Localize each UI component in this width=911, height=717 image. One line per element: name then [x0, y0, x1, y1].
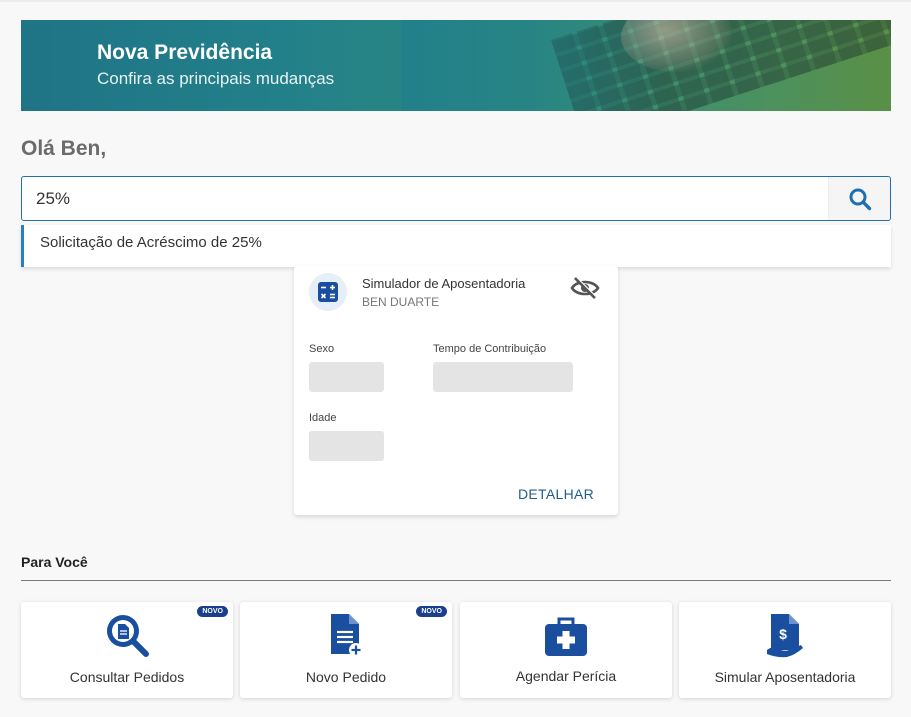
tile-agendar-pericia[interactable]: Agendar Perícia: [460, 602, 672, 698]
tile-novo-pedido[interactable]: NOVO Novo Pedido: [240, 602, 452, 698]
detalhar-button[interactable]: DETALHAR: [518, 486, 594, 502]
search-document-icon: [107, 615, 149, 657]
banner-subtitle: Confira as principais mudanças: [97, 69, 335, 88]
section-divider: [21, 580, 891, 581]
suggestion-text: Solicitação de Acréscimo de 25%: [40, 234, 262, 251]
search-suggestion[interactable]: Solicitação de Acréscimo de 25%: [21, 225, 891, 267]
greeting: Olá Ben,: [21, 137, 107, 160]
top-border: [0, 0, 911, 2]
retirement-money-icon: $: [767, 614, 803, 658]
tile-simular-aposentadoria[interactable]: $ Simular Aposentadoria: [679, 602, 891, 698]
svg-text:$: $: [779, 626, 787, 642]
card-title: Simulador de Aposentadoria: [362, 276, 526, 291]
banner-title: Nova Previdência: [97, 41, 273, 64]
eye-off-icon[interactable]: [570, 276, 600, 300]
tile-label: Consultar Pedidos: [69, 669, 185, 685]
tile-label: Simular Aposentadoria: [714, 669, 856, 685]
search-input[interactable]: [36, 177, 816, 220]
para-voce-title: Para Você: [21, 554, 88, 570]
add-document-icon: [331, 614, 363, 657]
idade-label: Idade: [309, 412, 337, 424]
search-icon: [849, 188, 871, 210]
search-bar: [21, 176, 891, 221]
simulator-card: Simulador de Aposentadoria BEN DUARTE Se…: [294, 266, 618, 515]
nova-previdencia-banner[interactable]: Nova Previdência Confira as principais m…: [21, 20, 891, 111]
idade-placeholder: [309, 431, 384, 461]
tile-label: Novo Pedido: [305, 669, 387, 685]
tempo-contribuicao-placeholder: [433, 362, 573, 392]
tempo-contribuicao-label: Tempo de Contribuição: [433, 343, 547, 355]
sexo-placeholder: [309, 362, 384, 392]
tile-label: Agendar Perícia: [515, 668, 617, 684]
search-button[interactable]: [828, 177, 890, 220]
tile-consultar-pedidos[interactable]: NOVO Consultar Pedidos: [21, 602, 233, 698]
card-user-name: BEN DUARTE: [362, 295, 440, 309]
calculator-icon: [309, 273, 347, 311]
medical-kit-icon: [545, 617, 587, 656]
sexo-label: Sexo: [309, 343, 335, 355]
banner-fade: [401, 20, 661, 111]
novo-badge: NOVO: [416, 606, 447, 617]
novo-badge: NOVO: [197, 606, 228, 617]
